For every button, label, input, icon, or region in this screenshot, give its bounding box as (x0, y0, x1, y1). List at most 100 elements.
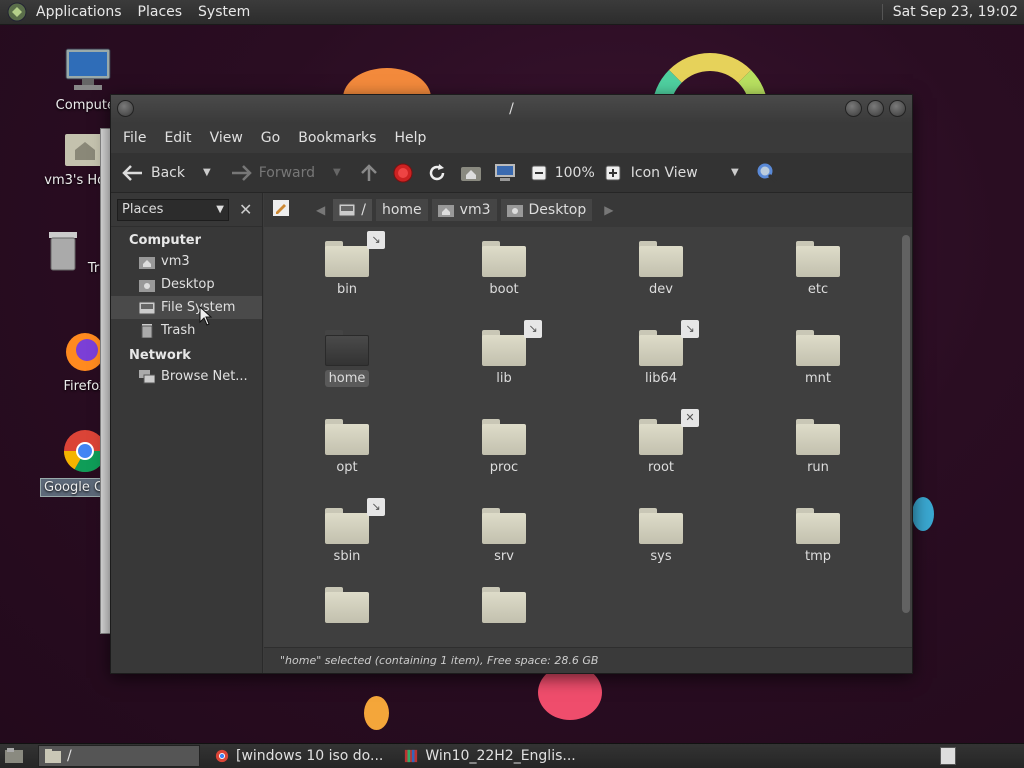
sidebar-item-vm3[interactable]: vm3 (111, 250, 262, 273)
scrollbar-thumb[interactable] (902, 235, 910, 613)
path-scroll-left-icon[interactable]: ◀ (316, 203, 325, 217)
window-titlebar[interactable]: / (111, 95, 912, 123)
computer-button[interactable] (493, 161, 517, 185)
file-item[interactable]: boot (449, 241, 559, 298)
panel-menu-applications[interactable]: Applications (28, 0, 130, 25)
folder-icon: ↘ (482, 320, 542, 366)
file-item[interactable]: mnt (763, 330, 873, 387)
file-item[interactable]: ↘ bin (292, 231, 402, 298)
crumb-desktop[interactable]: Desktop (500, 199, 593, 221)
view-mode-label: Icon View (630, 164, 698, 181)
edit-location-icon[interactable] (272, 199, 290, 221)
file-item[interactable]: tmp (763, 508, 873, 565)
folder-icon (796, 419, 840, 455)
computer-icon (65, 48, 111, 90)
folder-icon (639, 241, 683, 277)
crumb-home[interactable]: home (375, 199, 428, 221)
desktop-icon (139, 279, 155, 292)
sidebar-item-label: vm3 (161, 254, 190, 269)
file-grid: ↘ bin boot dev etc home ↘ lib ↘ lib64 mnt opt proc ✕ r… (264, 227, 900, 647)
close-sidebar-icon[interactable]: ✕ (239, 200, 252, 219)
taskbar-task-archive[interactable]: Win10_22H2_Englis... (397, 745, 581, 767)
menu-edit[interactable]: Edit (155, 130, 200, 146)
home-button[interactable] (459, 161, 483, 185)
menu-view[interactable]: View (201, 130, 252, 146)
crumb-vm3[interactable]: vm3 (431, 199, 497, 221)
menu-bookmarks[interactable]: Bookmarks (289, 130, 385, 146)
file-item[interactable]: proc (449, 419, 559, 476)
content-pane: ◀ / home vm3 Desktop ▶ ↘ bin boot dev et… (264, 193, 912, 673)
menu-go[interactable]: Go (252, 130, 289, 146)
up-button[interactable] (357, 161, 381, 185)
file-item[interactable]: run (763, 419, 873, 476)
file-item[interactable]: ↘ sbin (292, 498, 402, 565)
back-button[interactable]: Back ▼ (121, 161, 211, 185)
minimize-icon[interactable] (845, 100, 862, 117)
stop-button[interactable] (391, 161, 415, 185)
panel-menu-system[interactable]: System (190, 0, 258, 25)
file-item[interactable]: home (292, 330, 402, 387)
file-name: srv (494, 549, 514, 564)
folder-icon (482, 587, 526, 623)
file-name: etc (807, 282, 829, 297)
taskbar-task-file-manager[interactable]: / (38, 745, 200, 767)
taskbar-task-chrome[interactable]: [windows 10 iso do... (208, 745, 389, 767)
panel-clock[interactable]: Sat Sep 23, 19:02 (881, 4, 1024, 20)
trash-icon (48, 232, 77, 271)
task-label: [windows 10 iso do... (236, 748, 384, 764)
home-icon (437, 205, 454, 217)
view-mode-select[interactable]: Icon View ▼ (631, 165, 739, 181)
zoom-in-button[interactable] (601, 161, 625, 185)
folder-icon (325, 587, 369, 623)
file-item[interactable] (292, 587, 402, 638)
trash-icon (141, 323, 153, 338)
file-item[interactable]: ↘ lib64 (606, 320, 716, 387)
crumb-label: Desktop (528, 202, 587, 218)
file-item[interactable]: etc (763, 241, 873, 298)
file-name: proc (489, 460, 519, 475)
panel-menu-places[interactable]: Places (130, 0, 191, 25)
sidebar-header: Places ▼ ✕ (111, 193, 262, 227)
sidebar-item-trash[interactable]: Trash (111, 319, 262, 342)
folder-icon (482, 241, 526, 277)
sidebar-item-browse-network[interactable]: Browse Net... (111, 365, 262, 388)
file-item[interactable]: dev (606, 241, 716, 298)
menu-file[interactable]: File (114, 130, 155, 146)
window-menu-icon[interactable] (117, 100, 134, 117)
sidebar-mode-label: Places (122, 202, 164, 217)
sidebar-item-label: Desktop (161, 277, 215, 292)
sidebar-item-label: Trash (161, 323, 196, 338)
file-item[interactable]: srv (449, 508, 559, 565)
forward-history-dropdown-icon[interactable]: ▼ (333, 167, 341, 178)
sidebar-item-desktop[interactable]: Desktop (111, 273, 262, 296)
path-scroll-right-icon[interactable]: ▶ (604, 203, 613, 217)
file-name: mnt (805, 371, 831, 386)
distro-logo-icon[interactable] (6, 1, 28, 23)
show-desktop-icon[interactable] (4, 747, 24, 765)
file-manager-window: / File Edit View Go Bookmarks Help Back … (110, 94, 913, 674)
workspace-switcher[interactable] (940, 747, 956, 765)
menu-help[interactable]: Help (385, 130, 435, 146)
reload-button[interactable] (425, 161, 449, 185)
zoom-out-button[interactable] (527, 161, 551, 185)
archive-icon (405, 749, 418, 763)
file-item[interactable]: ✕ root (606, 409, 716, 476)
maximize-icon[interactable] (867, 100, 884, 117)
close-icon[interactable] (889, 100, 906, 117)
file-item[interactable]: opt (292, 419, 402, 476)
back-history-dropdown-icon[interactable]: ▼ (203, 167, 211, 178)
forward-button[interactable]: Forward ▼ (229, 161, 341, 185)
vertical-scrollbar[interactable] (902, 229, 910, 643)
file-name: sbin (333, 549, 361, 564)
file-name: lib (496, 371, 512, 386)
bottom-taskbar: / [windows 10 iso do... Win10_22H2_Engli… (0, 743, 1024, 768)
file-name: run (807, 460, 829, 475)
file-item[interactable]: ↘ lib (449, 320, 559, 387)
search-button[interactable] (755, 161, 779, 185)
file-item[interactable] (449, 587, 559, 638)
chevron-down-icon: ▼ (216, 204, 224, 215)
file-item[interactable]: sys (606, 508, 716, 565)
sidebar-mode-select[interactable]: Places ▼ (117, 198, 229, 221)
crumb-root[interactable]: / (333, 199, 372, 221)
sidebar-item-file-system[interactable]: File System (111, 296, 262, 319)
